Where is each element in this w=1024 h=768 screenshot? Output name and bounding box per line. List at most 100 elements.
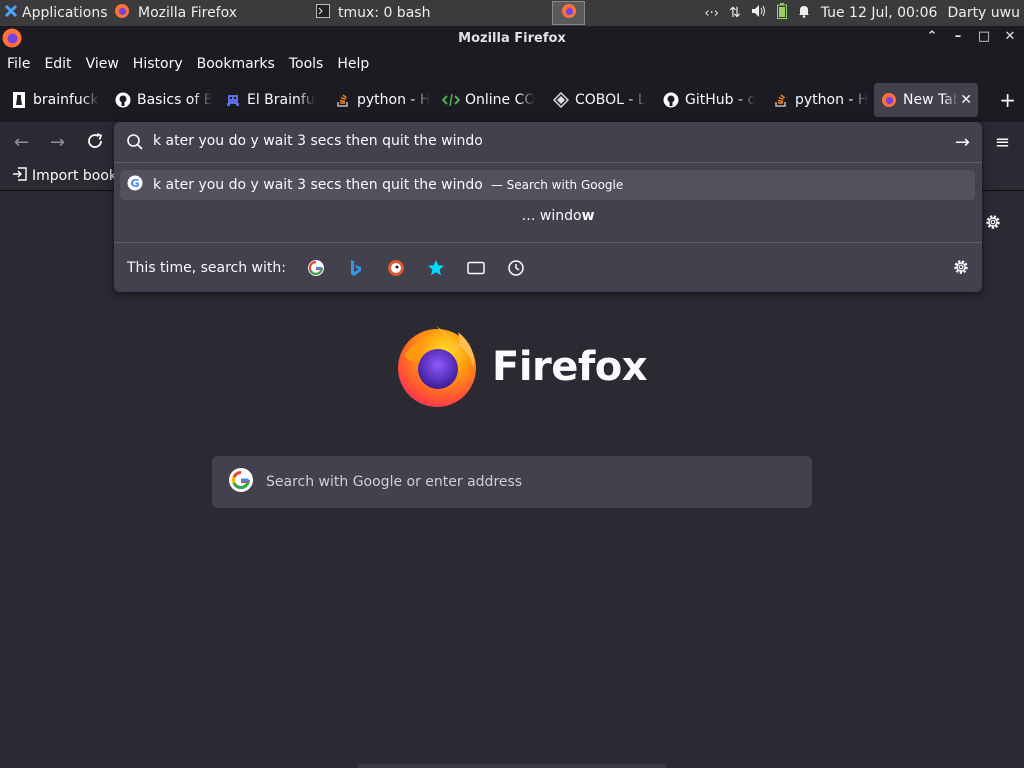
tab-title: Online CO [465, 92, 536, 108]
bing-engine-icon[interactable] [346, 258, 366, 278]
shade-window-button[interactable]: ⌃ [924, 29, 940, 44]
tab-title: Basics of B [137, 92, 212, 108]
cobol-icon [552, 91, 570, 109]
firefox-icon [114, 3, 130, 23]
suggestion-completion: w [581, 208, 595, 224]
search-settings-gear-icon[interactable] [952, 258, 970, 280]
tab-title: brainfuck [33, 92, 99, 108]
terminal-icon [316, 4, 330, 22]
menu-history[interactable]: History [126, 56, 190, 72]
stackoverflow-icon [772, 91, 790, 109]
network-icon[interactable]: ‹·› [704, 6, 719, 21]
tab-python-2[interactable]: python - H [766, 83, 874, 117]
tab-strip: brainfuck Basics of B El Brainfu python … [0, 78, 1024, 122]
search-icon [126, 133, 144, 155]
firefox-icon [880, 91, 898, 109]
newtab-search-input[interactable] [266, 474, 786, 490]
search-suggestion[interactable]: … window [114, 208, 982, 234]
notification-bell-icon[interactable] [797, 4, 811, 22]
import-icon [12, 167, 28, 185]
tab-title: COBOL - L [575, 92, 646, 108]
minimize-window-button[interactable]: – [950, 29, 966, 44]
firefox-wordmark: Firefox [492, 344, 648, 390]
stackoverflow-icon [334, 91, 352, 109]
address-bar-popup: k ater you do y wait 3 secs then quit th… [114, 122, 982, 292]
one-off-label: This time, search with: [127, 259, 286, 276]
bookmarks-star-icon[interactable] [426, 258, 446, 278]
menu-file[interactable]: File [0, 56, 37, 72]
tab-new-tab[interactable]: New Tab ✕ [874, 83, 978, 117]
clock[interactable]: Tue 12 Jul, 00:06 [821, 5, 938, 21]
menu-view[interactable]: View [79, 56, 126, 72]
xfce-icon [4, 4, 18, 22]
svg-text:G: G [130, 177, 139, 190]
taskbar-label: Mozilla Firefox [138, 5, 238, 21]
google-icon: G [127, 175, 143, 195]
google-engine-icon[interactable] [306, 258, 326, 278]
duckduckgo-engine-icon[interactable] [386, 258, 406, 278]
back-button[interactable]: ← [14, 132, 29, 153]
menu-tools[interactable]: Tools [282, 56, 331, 72]
tab-title: New Tab [903, 92, 959, 108]
taskbar-item-firefox[interactable]: Mozilla Firefox [108, 1, 306, 25]
applications-label: Applications [22, 5, 108, 21]
tab-title: python - H [795, 92, 868, 108]
go-arrow-button[interactable]: → [955, 132, 970, 153]
tab-cobol[interactable]: COBOL - L [546, 83, 656, 117]
window-titlebar[interactable]: Mozilla Firefox ⌃ – □ ✕ [0, 26, 1024, 50]
tab-basics-of-b[interactable]: Basics of B [108, 83, 218, 117]
volume-icon[interactable] [751, 4, 767, 22]
new-tab-button[interactable]: + [999, 88, 1016, 112]
app-menu-button[interactable]: ≡ [995, 132, 1010, 153]
newtab-search-box[interactable] [212, 456, 812, 508]
firefox-logo: Firefox [396, 322, 648, 412]
workspace-switcher[interactable] [552, 1, 585, 25]
reload-button[interactable] [86, 132, 104, 155]
space-invader-icon [224, 91, 242, 109]
forward-button[interactable]: → [50, 132, 65, 153]
code-icon [442, 91, 460, 109]
user-name[interactable]: Darty uwu [947, 5, 1020, 21]
github-icon [114, 91, 132, 109]
firefox-logo-icon [396, 322, 480, 412]
address-bar[interactable]: k ater you do y wait 3 secs then quit th… [114, 122, 982, 162]
tab-title: GitHub - c [685, 92, 756, 108]
menu-help[interactable]: Help [330, 56, 376, 72]
suggestion-prefix: … windo [521, 208, 582, 224]
tab-online-co[interactable]: Online CO [436, 83, 546, 117]
result-title: k ater you do y wait 3 secs then quit th… [153, 177, 483, 193]
address-input[interactable]: k ater you do y wait 3 secs then quit th… [153, 133, 483, 149]
close-window-button[interactable]: ✕ [1002, 29, 1018, 44]
search-result-row[interactable]: G k ater you do y wait 3 secs then quit … [120, 170, 975, 200]
tab-el-brainfuck[interactable]: El Brainfu [218, 83, 328, 117]
tab-title: python - H [357, 92, 430, 108]
tab-title: El Brainfu [247, 92, 315, 108]
menu-bookmarks[interactable]: Bookmarks [190, 56, 282, 72]
github-icon [662, 91, 680, 109]
system-panel: Applications Mozilla Firefox tmux: 0 bas… [0, 0, 1024, 26]
one-off-search-row: This time, search with: [114, 243, 982, 292]
tab-python-1[interactable]: python - H [328, 83, 436, 117]
tab-github[interactable]: GitHub - c [656, 83, 766, 117]
scroll-indicator [358, 764, 666, 768]
popup-divider [114, 162, 982, 163]
taskbar-item-tmux[interactable]: tmux: 0 bash [310, 1, 506, 25]
battery-icon[interactable] [776, 3, 787, 23]
close-tab-icon[interactable]: ✕ [960, 92, 972, 108]
menu-edit[interactable]: Edit [37, 56, 78, 72]
tabs-icon[interactable] [466, 258, 486, 278]
applications-menu[interactable]: Applications [0, 0, 108, 26]
result-action: — Search with Google [490, 178, 624, 192]
transfer-icon[interactable]: ⇅ [729, 5, 741, 21]
tab-brainfuck[interactable]: brainfuck [4, 83, 108, 117]
window-title: Mozilla Firefox [458, 30, 566, 46]
maximize-window-button[interactable]: □ [976, 29, 992, 44]
chess-piece-icon [10, 91, 28, 109]
menu-bar: File Edit View History Bookmarks Tools H… [0, 50, 1024, 78]
google-icon [228, 467, 254, 497]
import-bookmarks-link[interactable]: Import book [32, 168, 117, 184]
taskbar-label: tmux: 0 bash [338, 5, 431, 21]
personalize-gear-icon[interactable] [984, 213, 1002, 235]
history-clock-icon[interactable] [506, 258, 526, 278]
firefox-icon [561, 3, 577, 23]
